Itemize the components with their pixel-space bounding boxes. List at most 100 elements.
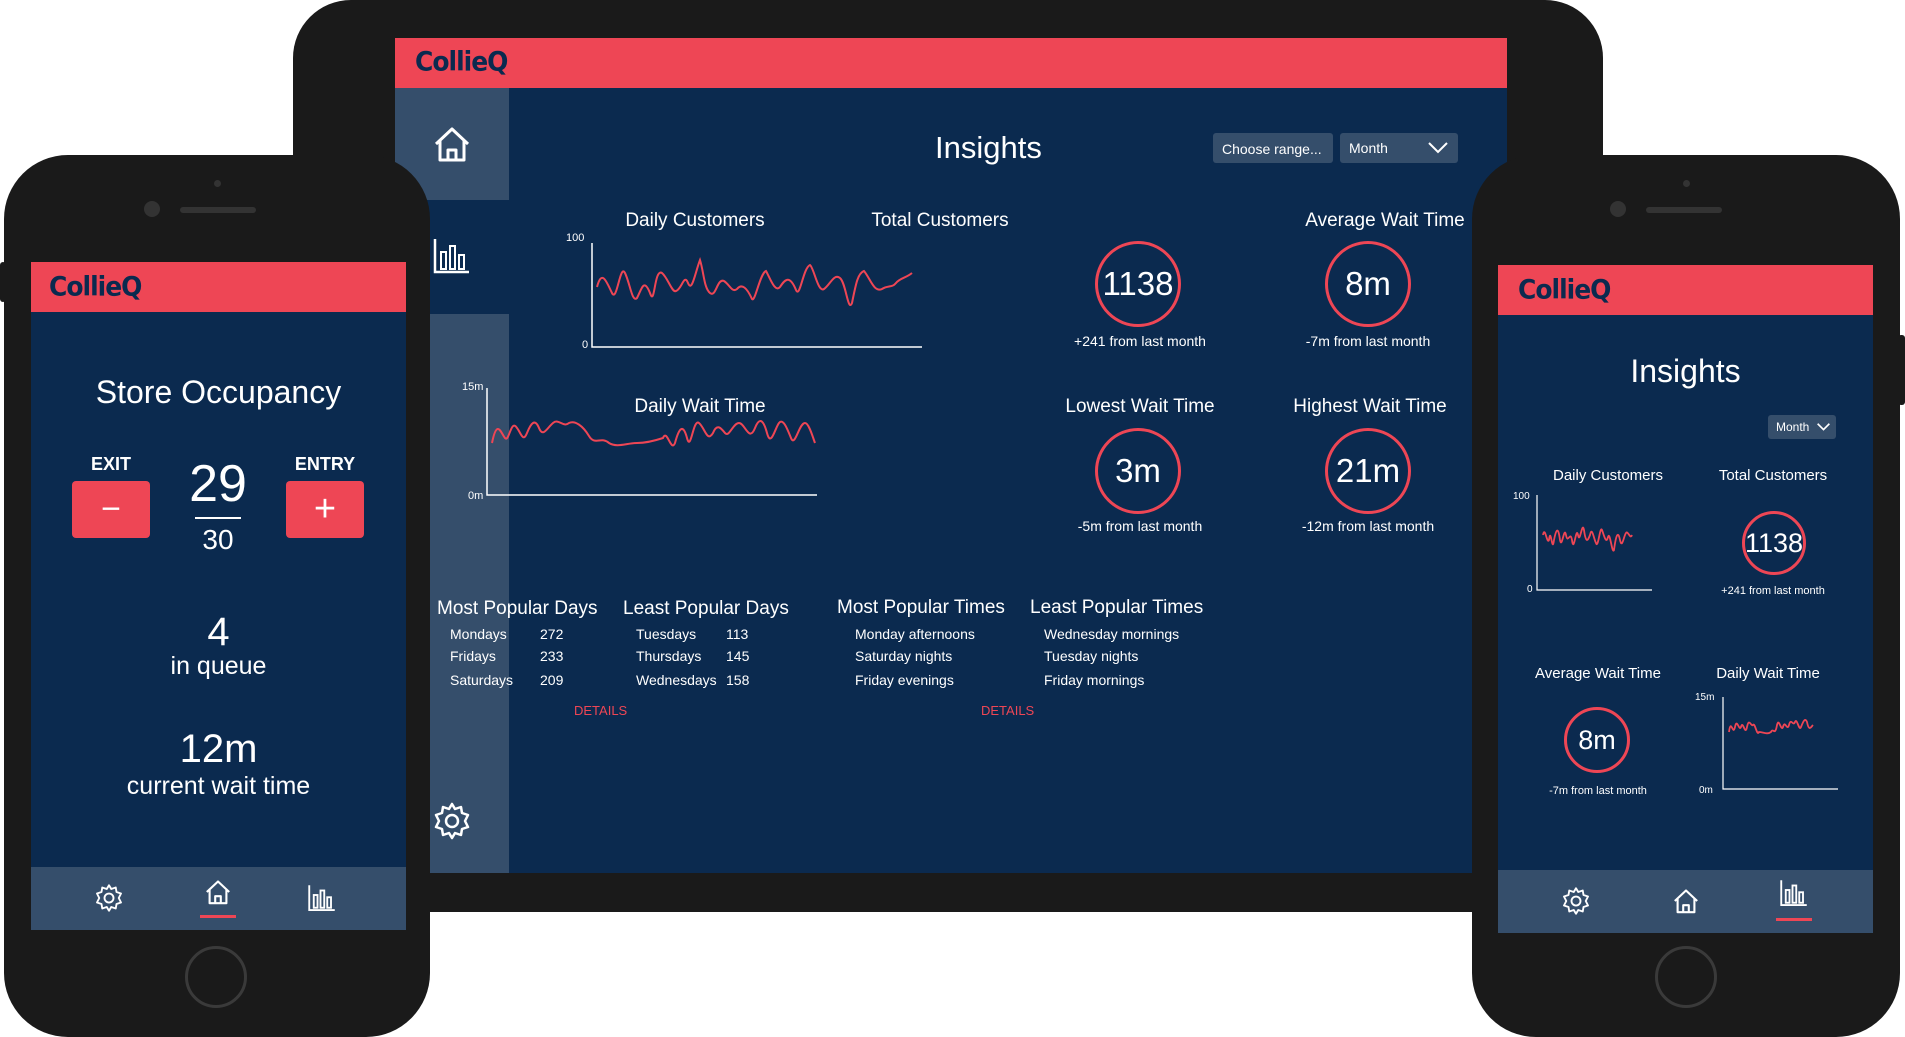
total-customers-delta: +241 from last month	[1721, 585, 1825, 597]
total-customers-ring: 1138	[1742, 511, 1806, 575]
tab-settings[interactable]	[1558, 883, 1594, 919]
tab-insights[interactable]	[1774, 876, 1814, 924]
phone-right-screen: CollieQ Insights Month Daily Customers 1…	[1498, 265, 1873, 933]
phone-right-camera	[1610, 201, 1626, 217]
entry-label: ENTRY	[294, 454, 356, 474]
tablet-topbar: CollieQ	[395, 38, 1507, 88]
stat-ring-highest: 21m	[1325, 428, 1411, 514]
brand-logo: CollieQ	[1518, 273, 1611, 306]
brand-logo: CollieQ	[49, 270, 142, 303]
least-day-2: Thursdays	[636, 648, 702, 664]
bar-chart-icon	[433, 239, 469, 274]
phone-left-home-button[interactable]	[185, 946, 247, 1008]
entry-button[interactable]: +	[286, 481, 364, 538]
stat-delta-average: -7m from last month	[1305, 333, 1431, 349]
phone-left-speaker	[180, 207, 256, 213]
stat-ring-lowest: 3m	[1095, 428, 1181, 514]
home-icon	[206, 880, 230, 905]
stat-label-lowest: Lowest Wait Time	[1065, 396, 1215, 417]
stat-value-lowest: 3m	[1115, 452, 1161, 489]
details-link-days[interactable]: DETAILS	[574, 703, 627, 718]
details-link-times[interactable]: DETAILS	[981, 703, 1034, 718]
popular-day-2: Fridays	[450, 648, 496, 664]
brand-logo: CollieQ	[415, 45, 508, 78]
daily-customers-chart	[591, 243, 922, 348]
chevron-down-icon	[1817, 423, 1830, 431]
total-customers-value: 1138	[1744, 527, 1804, 558]
phone-left-tabbar	[31, 867, 406, 930]
least-days-title: Least Popular Days	[623, 598, 789, 619]
stat-value-average: 8m	[1345, 265, 1391, 302]
least-day-1-count: 113	[726, 626, 749, 642]
daily-customers-y-top: 100	[1513, 491, 1530, 502]
phone-right-speaker	[1646, 207, 1722, 213]
exit-button[interactable]: −	[72, 481, 150, 538]
phone-right-sensor	[1683, 180, 1690, 187]
daily-wait-title: Daily Wait Time	[1716, 665, 1820, 682]
phone-right-home-button[interactable]	[1655, 946, 1717, 1008]
gear-icon	[1563, 887, 1589, 915]
gear-icon	[96, 884, 122, 912]
popular-time-3: Friday evenings	[855, 672, 954, 688]
popular-day-3: Saturdays	[450, 672, 514, 688]
avg-wait-delta: -7m from last month	[1549, 785, 1647, 797]
least-day-2-count: 145	[726, 648, 750, 664]
daily-customers-chart	[1536, 495, 1652, 591]
popular-days-title: Most Popular Days	[437, 598, 598, 619]
daily-wait-y-bottom: 0m	[468, 490, 484, 502]
stat-label-average: Average Wait Time	[1305, 210, 1465, 231]
plus-icon: +	[313, 488, 337, 530]
period-select[interactable]: Month	[1768, 415, 1836, 439]
chevron-down-icon	[1428, 142, 1448, 154]
occupancy-divider	[195, 517, 241, 519]
tab-home[interactable]	[1668, 883, 1704, 919]
page-title: Insights	[935, 130, 1042, 165]
tab-home[interactable]	[198, 875, 238, 921]
avg-wait-value: 8m	[1578, 724, 1616, 755]
daily-customers-title: Daily Customers	[1552, 467, 1664, 484]
queue-value: 4	[207, 610, 230, 654]
stat-value-highest: 21m	[1335, 452, 1401, 489]
active-tab-indicator	[1776, 918, 1812, 921]
least-day-3: Wednesdays	[636, 672, 717, 688]
least-day-3-count: 158	[726, 672, 750, 688]
period-select-value: Month	[1349, 140, 1388, 156]
phone-left-topbar: CollieQ	[31, 262, 406, 312]
avg-wait-label: Average Wait Time	[1535, 665, 1661, 682]
stat-ring-average: 8m	[1325, 241, 1411, 327]
daily-customers-title: Daily Customers	[625, 210, 765, 231]
tab-insights[interactable]	[304, 880, 340, 916]
stat-delta-total: +241 from last month	[1074, 333, 1206, 349]
tab-settings[interactable]	[91, 880, 127, 916]
phone-left-side-button	[0, 262, 6, 302]
period-select-value: Month	[1776, 420, 1810, 434]
avg-wait-ring: 8m	[1564, 707, 1630, 773]
occupancy-capacity: 30	[202, 524, 234, 555]
least-time-3: Friday mornings	[1044, 672, 1145, 688]
daily-wait-y-top: 15m	[462, 381, 484, 393]
period-select[interactable]: Month	[1340, 133, 1458, 163]
wait-label: current wait time	[126, 772, 311, 800]
home-icon	[434, 127, 470, 162]
daily-wait-y-bottom: 0m	[1699, 785, 1713, 796]
occupancy-title: Store Occupancy	[95, 374, 342, 410]
wait-value: 12m	[179, 727, 258, 771]
phone-right-topbar: CollieQ	[1498, 265, 1873, 315]
phone-right-tabbar	[1498, 870, 1873, 933]
daily-wait-y-top: 15m	[1695, 692, 1715, 703]
stat-value-total: 1138	[1102, 265, 1174, 302]
daily-customers-y-bottom: 0	[1527, 584, 1533, 595]
popular-day-1: Mondays	[450, 626, 507, 642]
stat-delta-highest: -12m from last month	[1301, 518, 1435, 534]
least-day-1: Tuesdays	[636, 626, 697, 642]
popular-time-1: Monday afternoons	[855, 626, 975, 642]
active-tab-indicator	[200, 915, 236, 918]
stat-delta-lowest: -5m from last month	[1077, 518, 1203, 534]
occupancy-count: 29	[189, 455, 247, 513]
daily-wait-chart	[486, 388, 817, 496]
popular-day-3-count: 209	[540, 672, 564, 688]
stat-label-total: Total Customers	[871, 210, 1009, 231]
phone-right-side-button	[1898, 335, 1905, 405]
exit-label: EXIT	[90, 454, 131, 474]
range-picker[interactable]: Choose range...	[1213, 133, 1333, 163]
